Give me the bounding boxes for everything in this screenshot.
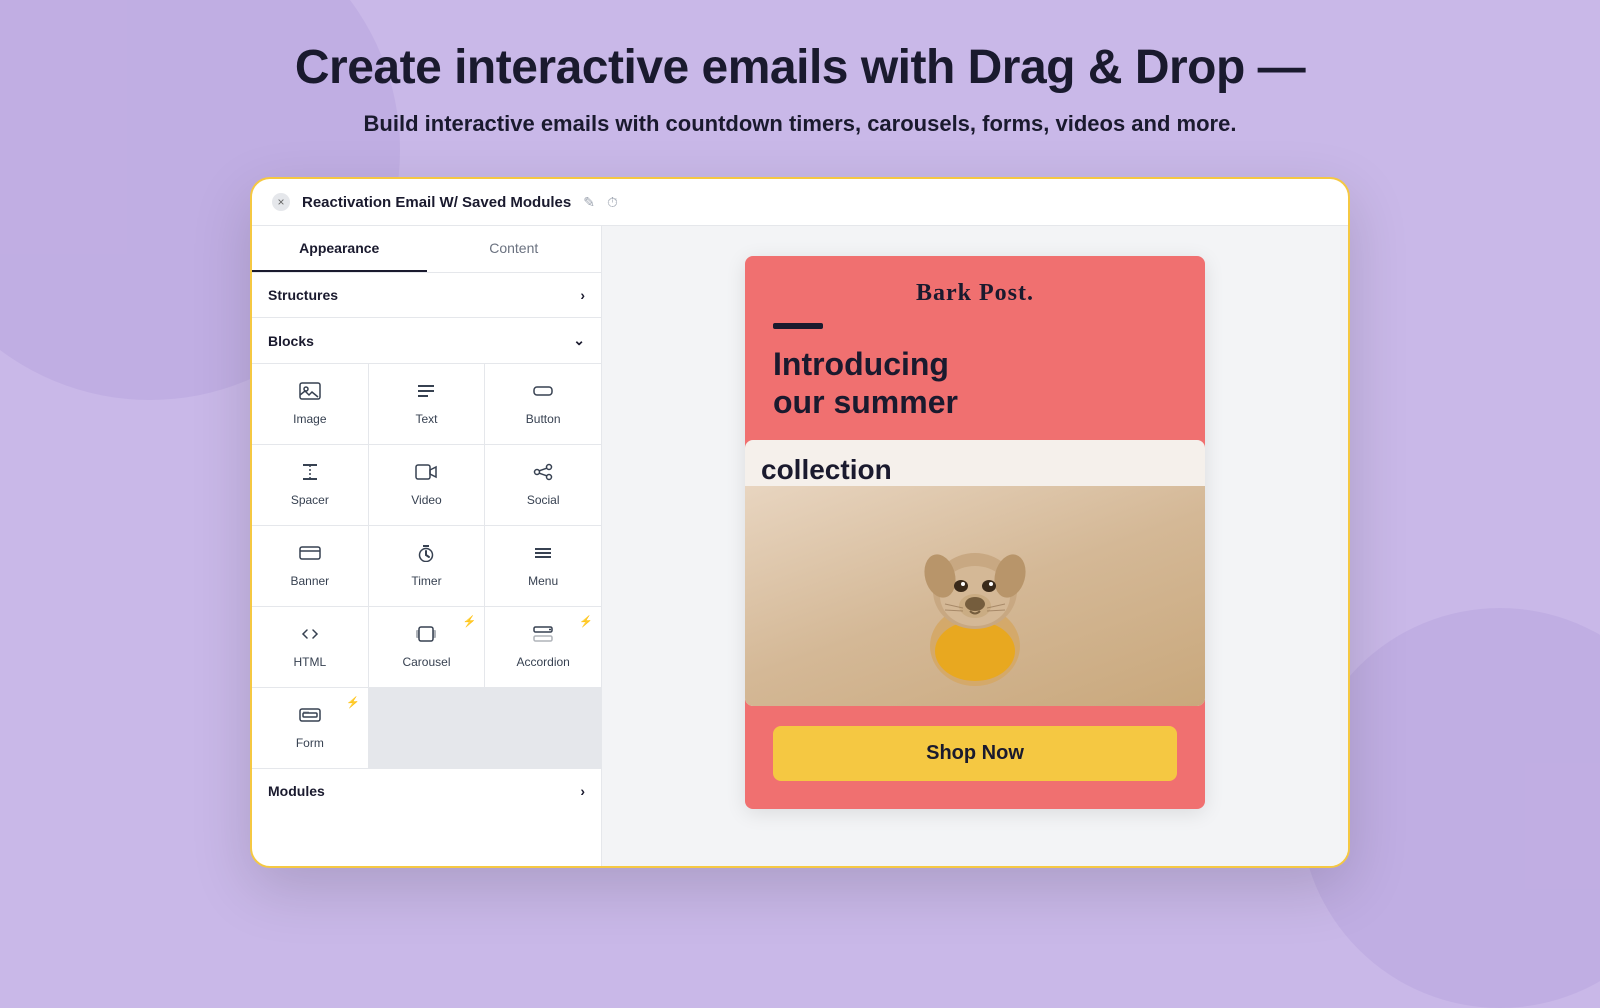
block-label-button: Button — [526, 412, 561, 426]
block-label-form: Form — [296, 736, 324, 750]
block-icon-text — [415, 382, 437, 406]
block-label-social: Social — [527, 493, 560, 507]
block-item-menu[interactable]: Menu — [485, 526, 601, 606]
block-item-text[interactable]: Text — [369, 364, 485, 444]
email-body: Introducing our summer — [745, 323, 1205, 450]
block-label-spacer: Spacer — [291, 493, 329, 507]
history-icon[interactable]: ⏱ — [607, 194, 618, 211]
dog-image — [745, 486, 1205, 706]
block-label-accordion: Accordion — [516, 655, 569, 669]
page-content: Create interactive emails with Drag & Dr… — [80, 40, 1520, 868]
blocks-grid: Image Text Button Spacer Video Social Banner Ti… — [252, 364, 601, 769]
block-icon-carousel — [415, 625, 437, 649]
left-panel: Appearance Content Structures › Blocks ⌄ — [252, 226, 602, 866]
block-label-timer: Timer — [411, 574, 441, 588]
block-label-video: Video — [411, 493, 441, 507]
email-header: Bark Post. — [745, 256, 1205, 323]
block-icon-accordion — [532, 625, 554, 649]
tab-appearance[interactable]: Appearance — [252, 226, 427, 272]
block-label-text: Text — [415, 412, 437, 426]
panel-tabs: Appearance Content — [252, 226, 601, 273]
lightning-badge-form: ⚡ — [346, 696, 360, 709]
blocks-chevron: ⌄ — [573, 332, 585, 349]
block-label-carousel: Carousel — [402, 655, 450, 669]
block-label-image: Image — [293, 412, 326, 426]
block-item-social[interactable]: Social — [485, 445, 601, 525]
block-item-html[interactable]: HTML — [252, 607, 368, 687]
email-brand: Bark Post. — [773, 280, 1177, 307]
titlebar: × Reactivation Email W/ Saved Modules ✎ … — [252, 179, 1348, 226]
modules-chevron: › — [580, 783, 585, 799]
email-cta: Shop Now — [745, 706, 1205, 809]
app-window: × Reactivation Email W/ Saved Modules ✎ … — [250, 177, 1350, 868]
block-icon-image — [299, 382, 321, 406]
edit-icon[interactable]: ✎ — [583, 194, 595, 211]
block-icon-button — [532, 382, 554, 406]
email-divider — [773, 323, 823, 329]
block-item-carousel[interactable]: ⚡ Carousel — [369, 607, 485, 687]
block-item-banner[interactable]: Banner — [252, 526, 368, 606]
block-item-button[interactable]: Button — [485, 364, 601, 444]
window-title: Reactivation Email W/ Saved Modules — [302, 194, 571, 211]
dog-illustration — [905, 496, 1045, 696]
block-icon-timer — [415, 544, 437, 568]
right-panel: Bark Post. Introducing our summer collec… — [602, 226, 1348, 866]
tab-content[interactable]: Content — [427, 226, 602, 272]
close-button[interactable]: × — [272, 193, 290, 211]
block-icon-spacer — [299, 463, 321, 487]
blocks-header[interactable]: Blocks ⌄ — [252, 318, 601, 364]
lightning-badge-accordion: ⚡ — [579, 615, 593, 628]
block-item-timer[interactable]: Timer — [369, 526, 485, 606]
block-icon-video — [415, 463, 437, 487]
cta-button[interactable]: Shop Now — [773, 726, 1177, 781]
email-intro-line1: Introducing our summer — [773, 345, 1177, 422]
block-label-html: HTML — [293, 655, 326, 669]
modules-header[interactable]: Modules › — [252, 769, 601, 813]
block-item-image[interactable]: Image — [252, 364, 368, 444]
block-icon-form — [299, 706, 321, 730]
main-headline: Create interactive emails with Drag & Dr… — [295, 40, 1305, 95]
block-icon-html — [299, 625, 321, 649]
block-label-menu: Menu — [528, 574, 558, 588]
block-item-form[interactable]: ⚡ Form — [252, 688, 368, 768]
block-icon-social — [532, 463, 554, 487]
structures-chevron: › — [580, 287, 585, 303]
email-preview: Bark Post. Introducing our summer collec… — [745, 256, 1205, 809]
block-item-accordion[interactable]: ⚡ Accordion — [485, 607, 601, 687]
block-label-banner: Banner — [290, 574, 329, 588]
block-icon-menu — [532, 544, 554, 568]
app-body: Appearance Content Structures › Blocks ⌄ — [252, 226, 1348, 866]
structures-header[interactable]: Structures › — [252, 273, 601, 318]
block-item-spacer[interactable]: Spacer — [252, 445, 368, 525]
email-card-text: collection — [745, 440, 1205, 486]
email-card: collection — [745, 440, 1205, 706]
block-icon-banner — [299, 544, 321, 568]
lightning-badge-carousel: ⚡ — [463, 615, 477, 628]
block-item-video[interactable]: Video — [369, 445, 485, 525]
main-subheadline: Build interactive emails with countdown … — [364, 111, 1237, 137]
